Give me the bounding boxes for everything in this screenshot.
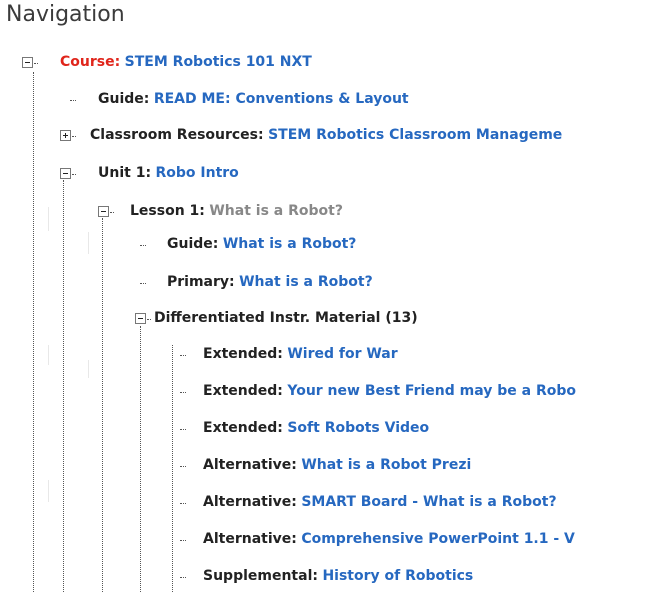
material-label: Extended: <box>203 420 283 436</box>
tree-connector-vertical <box>102 218 103 592</box>
course-label: Course: <box>60 54 121 70</box>
lesson-guide-label: Guide: <box>167 236 219 252</box>
tree-row-lesson-guide[interactable]: Guide: What is a Robot? <box>167 235 356 253</box>
tree-row-material[interactable]: Supplemental: History of Robotics <box>203 567 473 585</box>
tree-guide-line <box>88 232 89 254</box>
guide-label: Guide: <box>98 91 150 107</box>
tree-connector-horizontal <box>72 136 76 137</box>
tree-connector-horizontal <box>140 283 146 284</box>
tree-row-material[interactable]: Alternative: Comprehensive PowerPoint 1.… <box>203 530 575 548</box>
tree-guide-line <box>48 207 49 231</box>
tree-connector-vertical <box>172 345 173 592</box>
tree-row-material[interactable]: Extended: Your new Best Friend may be a … <box>203 382 576 400</box>
tree-connector-vertical <box>140 326 141 592</box>
lesson-primary-link[interactable]: What is a Robot? <box>239 274 373 290</box>
material-label: Extended: <box>203 383 283 399</box>
tree-guide-line <box>48 480 49 502</box>
material-label: Extended: <box>203 346 283 362</box>
tree-row-lesson1[interactable]: Lesson 1: What is a Robot? <box>130 202 343 220</box>
tree-row-material[interactable]: Alternative: What is a Robot Prezi <box>203 456 471 474</box>
material-link[interactable]: History of Robotics <box>322 568 473 584</box>
course-collapse-icon[interactable] <box>22 57 33 68</box>
material-link[interactable]: Wired for War <box>287 346 397 362</box>
lesson-primary-label: Primary: <box>167 274 235 290</box>
tree-row-lesson-primary[interactable]: Primary: What is a Robot? <box>167 273 373 291</box>
tree-connector-horizontal <box>140 245 146 246</box>
material-link[interactable]: Comprehensive PowerPoint 1.1 - V <box>301 531 575 547</box>
classroom-resources-expand-icon[interactable] <box>60 130 71 141</box>
differentiated-collapse-icon[interactable] <box>135 313 146 324</box>
tree-row-classroom-resources[interactable]: Classroom Resources: STEM Robotics Class… <box>90 126 562 144</box>
tree-guide-line <box>88 360 89 378</box>
material-label: Alternative: <box>203 531 297 547</box>
tree-connector-horizontal <box>180 503 186 504</box>
lesson1-collapse-icon[interactable] <box>98 206 109 217</box>
tree-connector-vertical <box>33 72 34 592</box>
tree-connector-horizontal <box>72 174 76 175</box>
tree-connector-horizontal <box>34 63 38 64</box>
classroom-resources-link[interactable]: STEM Robotics Classroom Manageme <box>268 127 562 143</box>
tree-row-material[interactable]: Extended: Soft Robots Video <box>203 419 429 437</box>
tree-connector-horizontal <box>147 319 151 320</box>
tree-guide-line <box>48 345 49 365</box>
tree-connector-horizontal <box>70 100 76 101</box>
tree-connector-horizontal <box>180 540 186 541</box>
material-link[interactable]: Your new Best Friend may be a Robo <box>287 383 576 399</box>
navigation-tree: Course: STEM Robotics 101 NXT Guide: REA… <box>0 0 657 592</box>
classroom-resources-label: Classroom Resources: <box>90 127 264 143</box>
material-link[interactable]: Soft Robots Video <box>287 420 429 436</box>
tree-connector-horizontal <box>180 429 186 430</box>
tree-connector-horizontal <box>180 355 186 356</box>
tree-connector-vertical <box>63 180 64 592</box>
guide-conventions-link[interactable]: READ ME: Conventions & Layout <box>154 91 409 107</box>
tree-row-unit1[interactable]: Unit 1: Robo Intro <box>98 164 239 182</box>
tree-connector-horizontal <box>180 392 186 393</box>
differentiated-label[interactable]: Differentiated Instr. Material (13) <box>154 310 418 326</box>
material-label: Alternative: <box>203 457 297 473</box>
tree-row-differentiated[interactable]: Differentiated Instr. Material (13) <box>154 309 418 327</box>
lesson1-title[interactable]: What is a Robot? <box>209 203 343 219</box>
tree-connector-horizontal <box>110 212 114 213</box>
lesson1-label: Lesson 1: <box>130 203 205 219</box>
tree-connector-horizontal <box>180 577 186 578</box>
unit1-label: Unit 1: <box>98 165 152 181</box>
material-link[interactable]: What is a Robot Prezi <box>301 457 471 473</box>
tree-row-material[interactable]: Alternative: SMART Board - What is a Rob… <box>203 493 557 511</box>
tree-row-course[interactable]: Course: STEM Robotics 101 NXT <box>60 53 312 71</box>
tree-row-guide-conventions[interactable]: Guide: READ ME: Conventions & Layout <box>98 90 409 108</box>
material-label: Supplemental: <box>203 568 318 584</box>
course-link[interactable]: STEM Robotics 101 NXT <box>125 54 312 70</box>
tree-connector-horizontal <box>180 466 186 467</box>
material-label: Alternative: <box>203 494 297 510</box>
tree-row-material[interactable]: Extended: Wired for War <box>203 345 398 363</box>
lesson-guide-link[interactable]: What is a Robot? <box>223 236 357 252</box>
unit1-collapse-icon[interactable] <box>60 168 71 179</box>
unit1-link[interactable]: Robo Intro <box>156 165 239 181</box>
material-link[interactable]: SMART Board - What is a Robot? <box>301 494 556 510</box>
